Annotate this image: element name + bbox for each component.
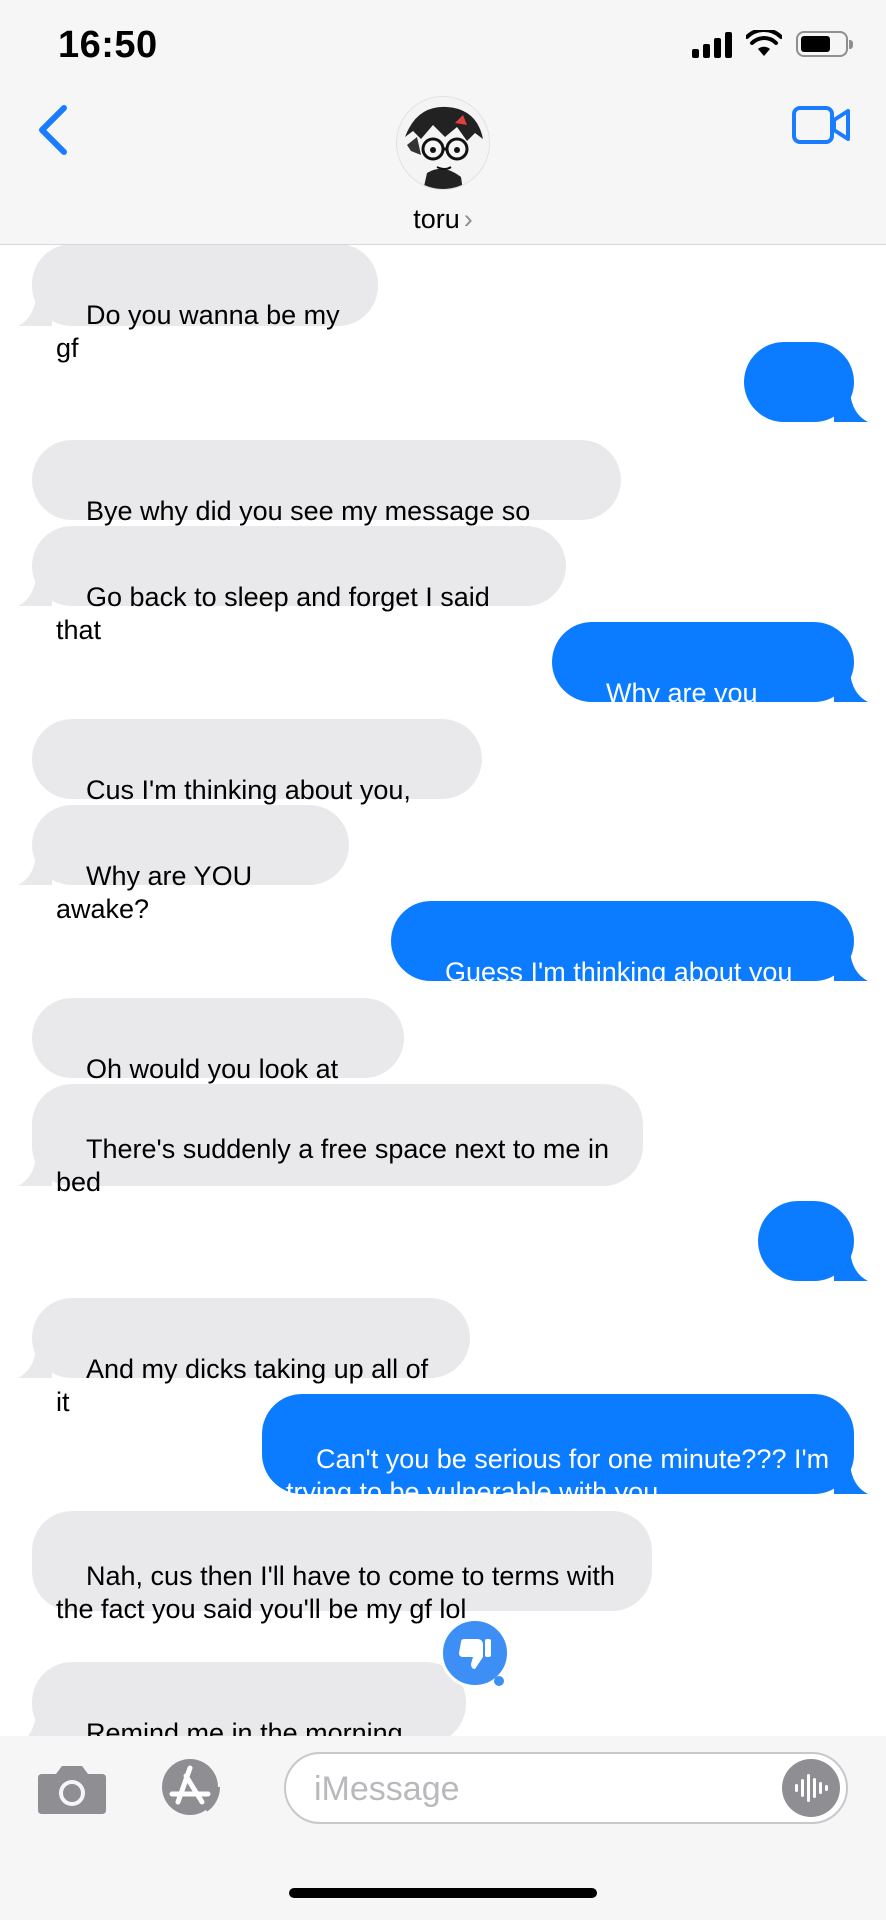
message-bubble-received[interactable]: And my dicks taking up all of it [18,1298,470,1417]
chevron-right-icon: › [463,204,473,234]
message-text: There's suddenly a free space next to me… [56,1134,609,1197]
bubble-tail [18,576,52,606]
message-bubble-received[interactable]: There's suddenly a free space next to me… [18,1084,643,1197]
message-text: Guess I'm thinking about you too [415,957,800,1020]
cellular-signal-icon [692,30,732,58]
audio-message-button[interactable] [782,1759,840,1817]
message-text: Can't you be serious for one minute??? I… [286,1444,830,1507]
audio-waveform-icon [795,1774,828,1802]
battery-icon [796,31,853,57]
message-bubble-sent[interactable]: Why are you awake? [552,622,868,741]
bubble-tail [18,296,52,326]
message-bubble-received[interactable]: Cus I'm thinking about you, duh [32,719,482,838]
message-text: Remind me in the morning 🫶 [86,1718,403,1736]
message-text: Why are you awake? [576,678,766,741]
avatar-illustration [397,97,489,189]
message-bubble-sent[interactable]: Okay [744,342,868,461]
contact-name-label: toru [413,204,460,234]
message-text: Nah, cus then I'll have to come to terms… [56,1561,615,1624]
message-text: Do you wanna be my gf [56,300,348,363]
message-text: Okay [768,431,832,461]
message-bubble-received[interactable]: Why are YOU awake? [18,805,349,924]
bubble-tail [18,1156,52,1186]
status-time: 16:50 [58,24,158,66]
wifi-icon [746,30,782,56]
bubble-tail [834,1251,868,1281]
thumbs-down-icon [459,1639,491,1669]
conversation-header: 16:50 toru › [0,0,886,245]
message-text: Oh? [782,1290,834,1320]
bubble-tail [834,951,868,981]
message-bubble-received[interactable]: Bye why did you see my message so quick [32,440,621,559]
message-input-field[interactable] [284,1752,848,1824]
app-store-icon[interactable] [156,1756,236,1818]
message-bubble-sent[interactable]: Guess I'm thinking about you too [391,901,868,1020]
contact-name[interactable]: toru › [0,204,886,235]
message-bubble-received[interactable]: Go back to sleep and forget I said that [18,526,566,645]
message-thread[interactable]: Do you wanna be my gf Okay Bye why did y… [0,244,886,1736]
bubble-tail [834,392,868,422]
message-bubble-received[interactable]: Do you wanna be my gf [18,244,378,363]
camera-icon[interactable] [36,1760,108,1816]
bubble-tail [18,1348,52,1378]
tapback-dot [494,1676,504,1686]
message-text: Why are YOU awake? [56,861,260,924]
bubble-tail [28,1714,52,1736]
message-bubble-received[interactable]: Oh would you look at that [32,998,404,1117]
message-input[interactable] [312,1764,756,1814]
message-bubble-sent[interactable]: Can't you be serious for one minute??? I… [262,1394,868,1507]
contact-avatar[interactable] [396,96,490,190]
bubble-tail [18,855,52,885]
message-bubble-received[interactable]: Remind me in the morning 🫶 [28,1662,466,1736]
status-icons [692,30,853,58]
bubble-tail [834,672,868,702]
home-indicator[interactable] [289,1888,597,1898]
message-text: Go back to sleep and forget I said that [56,582,498,645]
message-bubble-sent[interactable]: Oh? [758,1201,868,1320]
bubble-tail [834,1464,868,1494]
video-camera-icon[interactable] [792,104,852,146]
back-chevron-icon[interactable] [30,100,80,160]
message-bubble-received[interactable]: Nah, cus then I'll have to come to terms… [32,1511,652,1624]
